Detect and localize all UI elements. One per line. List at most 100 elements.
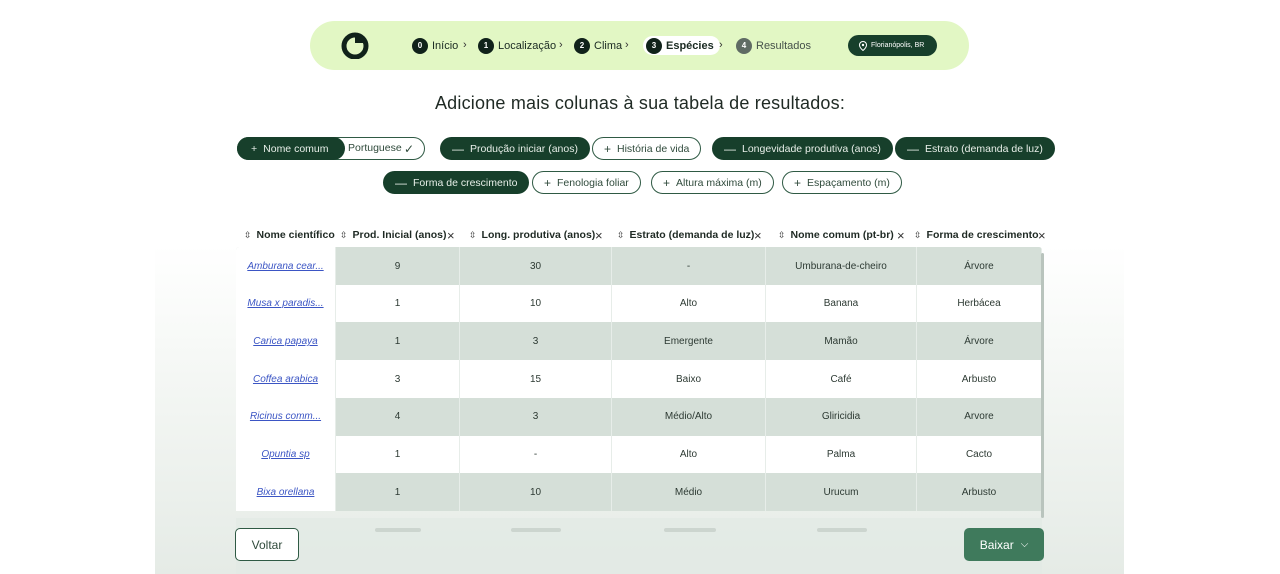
table-cell: 3: [460, 322, 612, 361]
column-header-prod-inicial[interactable]: ⇳ Prod. Inicial (anos) ×: [340, 227, 455, 243]
chip-nome-comum[interactable]: + Nome comum Portuguese ✓: [237, 137, 425, 160]
table-row: Coffea arabica 3 15 Baixo Café Arbusto: [236, 360, 1042, 399]
table-cell: Banana: [766, 284, 917, 323]
step-especies[interactable]: 3 Espécies: [643, 36, 720, 55]
table-cell: Café: [766, 360, 917, 399]
close-icon[interactable]: ×: [595, 228, 603, 243]
sort-icon[interactable]: ⇳: [244, 230, 252, 241]
table-row: Ricinus comm... 4 3 Médio/Alto Gliricidia Arv…: [236, 397, 1042, 436]
location-pin-icon: [859, 40, 867, 51]
sort-icon[interactable]: ⇳: [914, 230, 922, 241]
table-cell: Cacto: [917, 435, 1042, 474]
chevron-right-icon: ›: [625, 39, 629, 51]
column-header-forma-de-crescimento[interactable]: ⇳ Forma de crescimento ×: [914, 227, 1046, 243]
plus-icon: +: [663, 175, 671, 190]
table-cell: 30: [460, 247, 612, 285]
close-icon[interactable]: ×: [897, 228, 905, 243]
table-cell: Alto: [612, 435, 766, 474]
ghost-cell: [511, 528, 561, 532]
table-cell: 15: [460, 360, 612, 399]
table-cell: Palma: [766, 435, 917, 474]
column-header-nome-comum[interactable]: ⇳ Nome comum (pt-br) ×: [778, 227, 905, 243]
scientific-name-link[interactable]: Musa x paradis...: [236, 284, 336, 323]
chip-estrato[interactable]: — Estrato (demanda de luz): [895, 137, 1055, 160]
ghost-cell: [375, 528, 421, 532]
table-cell: Árvore: [917, 322, 1042, 361]
step-clima[interactable]: 2 Clima: [574, 36, 622, 55]
minus-icon: —: [724, 141, 736, 156]
table-cell: 9: [336, 247, 460, 285]
sort-icon[interactable]: ⇳: [340, 230, 348, 241]
sort-icon[interactable]: ⇳: [617, 230, 625, 241]
sort-icon[interactable]: ⇳: [469, 230, 477, 241]
sort-icon[interactable]: ⇳: [778, 230, 786, 241]
scientific-name-link[interactable]: Opuntia sp: [236, 435, 336, 474]
table-cell: Médio: [612, 473, 766, 512]
step-localizacao[interactable]: 1 Localização: [478, 36, 556, 55]
column-header-nome-cientifico[interactable]: ⇳ Nome científico: [244, 227, 335, 243]
table-cell: Arbusto: [917, 473, 1042, 512]
table-cell: Alto: [612, 284, 766, 323]
table-cell: Umburana-de-cheiro: [766, 247, 917, 285]
table-row: Opuntia sp 1- Alto Palma Cacto: [236, 435, 1042, 474]
chip-espacamento[interactable]: + Espaçamento (m): [782, 171, 902, 194]
scientific-name-link[interactable]: Amburana cear...: [236, 247, 336, 285]
column-header-estrato[interactable]: ⇳ Estrato (demanda de luz) ×: [617, 227, 762, 243]
step-resultados[interactable]: 4 Resultados: [736, 36, 811, 55]
table-cell: Herbácea: [917, 284, 1042, 323]
plus-icon: +: [251, 142, 258, 155]
table-row: Bixa orellana 1 10 Médio Urucum Arbusto: [236, 473, 1042, 512]
step-inicio[interactable]: 0 Início: [412, 36, 458, 55]
close-icon[interactable]: ×: [754, 228, 762, 243]
chevron-right-icon: ›: [719, 39, 723, 51]
close-icon[interactable]: ×: [447, 228, 455, 243]
table-cell: 1: [336, 435, 460, 474]
plus-icon: +: [604, 141, 612, 156]
download-button[interactable]: Baixar ⌵: [964, 528, 1044, 561]
table-cell: 1: [336, 322, 460, 361]
chevron-down-icon: ⌵: [1020, 539, 1029, 550]
table-cell: Arvore: [917, 397, 1042, 436]
chip-longevidade-produtiva[interactable]: — Longevidade produtiva (anos): [712, 137, 893, 160]
table-cell: 3: [460, 397, 612, 436]
scientific-name-link[interactable]: Ricinus comm...: [236, 397, 336, 436]
chip-forma-de-crescimento[interactable]: — Forma de crescimento: [383, 171, 530, 194]
scientific-name-link[interactable]: Coffea arabica: [236, 360, 336, 399]
table-cell: 10: [460, 284, 612, 323]
location-badge[interactable]: Florianópolis, BR: [848, 35, 937, 56]
scientific-name-link[interactable]: Carica papaya: [236, 322, 336, 361]
table-row: Musa x paradis... 1 10 Alto Banana Herbácea: [236, 284, 1042, 323]
table-cell: Médio/Alto: [612, 397, 766, 436]
back-button[interactable]: Voltar: [235, 528, 299, 561]
table-row: Carica papaya 1 3 Emergente Mamão Árvore: [236, 322, 1042, 361]
table-cell: 1: [336, 473, 460, 512]
language-option[interactable]: Portuguese: [348, 142, 402, 154]
plus-icon: +: [794, 175, 802, 190]
table-overflow-fade: [236, 518, 1042, 574]
chip-historia-de-vida[interactable]: + História de vida: [592, 137, 702, 160]
minus-icon: —: [395, 175, 407, 190]
minus-icon: —: [452, 141, 464, 156]
plus-icon: +: [544, 175, 552, 190]
chip-altura-maxima[interactable]: + Altura máxima (m): [651, 171, 774, 194]
table-cell: Arbusto: [917, 360, 1042, 399]
table-scrollbar[interactable]: [1041, 253, 1044, 518]
chip-fenologia-foliar[interactable]: + Fenologia foliar: [532, 171, 641, 194]
close-icon[interactable]: ×: [1038, 228, 1046, 243]
progress-stepper: 0 Início › 1 Localização › 2 Clima › 3 E…: [310, 21, 969, 70]
table-cell: 1: [336, 284, 460, 323]
table-cell: Emergente: [612, 322, 766, 361]
location-label: Florianópolis, BR: [871, 42, 925, 49]
column-header-long-produtiva[interactable]: ⇳ Long. produtiva (anos) ×: [469, 227, 603, 243]
table-cell: 4: [336, 397, 460, 436]
table-cell: Gliricidia: [766, 397, 917, 436]
table-cell: -: [460, 435, 612, 474]
chip-nome-comum-toggle[interactable]: + Nome comum: [237, 137, 345, 160]
chip-producao-iniciar[interactable]: — Produção iniciar (anos): [440, 137, 590, 160]
scientific-name-link[interactable]: Bixa orellana: [236, 473, 336, 512]
table-cell: 10: [460, 473, 612, 512]
table-cell: Árvore: [917, 247, 1042, 285]
app-logo-icon[interactable]: [341, 31, 369, 59]
table-cell: 3: [336, 360, 460, 399]
check-icon: ✓: [403, 142, 414, 156]
